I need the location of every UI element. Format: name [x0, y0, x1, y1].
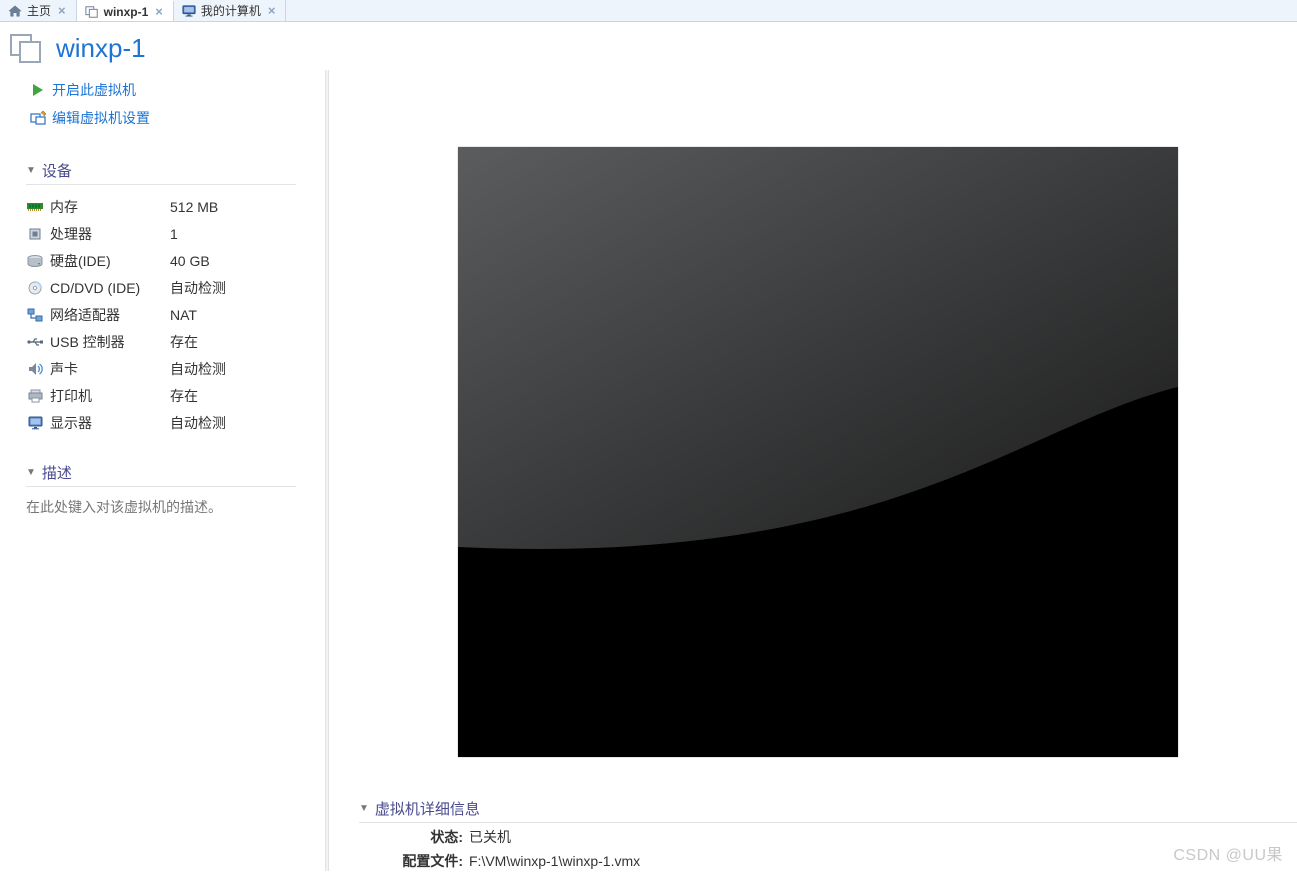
- close-icon[interactable]: ×: [266, 3, 278, 18]
- details-key: 状态:: [389, 827, 463, 847]
- section-label: 设备: [42, 160, 72, 181]
- tab-label: winxp-1: [104, 5, 149, 19]
- section-label: 描述: [42, 462, 72, 483]
- vm-details-box: ▼ 虚拟机详细信息 状态: 已关机 配置文件: F:\VM\winxp-1\wi…: [359, 798, 1297, 871]
- memory-icon: [26, 199, 44, 215]
- play-icon: [30, 82, 46, 98]
- tab-label: 主页: [27, 2, 51, 19]
- action-label: 开启此虚拟机: [52, 80, 136, 100]
- settings-icon: [30, 110, 46, 126]
- device-value: 存在: [170, 386, 198, 406]
- cpu-icon: [26, 226, 44, 242]
- close-icon[interactable]: ×: [153, 4, 165, 19]
- device-value: 40 GB: [170, 253, 210, 269]
- device-value: 512 MB: [170, 199, 218, 215]
- device-list: 内存 512 MB 处理器 1 硬盘(IDE) 40 GB CD/DVD (ID…: [26, 193, 296, 436]
- device-value: 自动检测: [170, 359, 226, 379]
- home-icon: [8, 4, 22, 18]
- collapse-icon: ▼: [26, 165, 36, 176]
- vm-icon: [85, 5, 99, 19]
- action-label: 编辑虚拟机设置: [52, 108, 150, 128]
- device-row-sound[interactable]: 声卡 自动检测: [26, 355, 296, 382]
- display-icon: [26, 415, 44, 431]
- device-value: 存在: [170, 332, 198, 352]
- tabs-bar: 主页 × winxp-1 × 我的计算机 ×: [0, 0, 1297, 22]
- device-name: 处理器: [50, 224, 170, 244]
- collapse-icon: ▼: [359, 803, 369, 814]
- device-name: 网络适配器: [50, 305, 170, 325]
- device-row-cd-dvd[interactable]: CD/DVD (IDE) 自动检测: [26, 274, 296, 301]
- network-icon: [26, 307, 44, 323]
- details-row-state: 状态: 已关机: [359, 827, 1297, 847]
- sound-icon: [26, 361, 44, 377]
- device-value: NAT: [170, 307, 197, 323]
- description-placeholder[interactable]: 在此处键入对该虚拟机的描述。: [26, 497, 276, 517]
- device-row-usb[interactable]: USB 控制器 存在: [26, 328, 296, 355]
- device-name: 打印机: [50, 386, 170, 406]
- device-row-printer[interactable]: 打印机 存在: [26, 382, 296, 409]
- device-name: 显示器: [50, 413, 170, 433]
- details-key: 配置文件:: [389, 851, 463, 871]
- device-row-network[interactable]: 网络适配器 NAT: [26, 301, 296, 328]
- device-name: 声卡: [50, 359, 170, 379]
- power-on-vm-link[interactable]: 开启此虚拟机: [26, 78, 325, 106]
- device-value: 1: [170, 226, 178, 242]
- device-name: CD/DVD (IDE): [50, 280, 170, 296]
- cd-icon: [26, 280, 44, 296]
- device-row-memory[interactable]: 内存 512 MB: [26, 193, 296, 220]
- section-label: 虚拟机详细信息: [375, 798, 480, 819]
- tab-home[interactable]: 主页 ×: [0, 0, 77, 21]
- usb-icon: [26, 334, 44, 350]
- right-panel: ▼ 虚拟机详细信息 状态: 已关机 配置文件: F:\VM\winxp-1\wi…: [329, 70, 1297, 871]
- device-name: 硬盘(IDE): [50, 251, 170, 271]
- printer-icon: [26, 388, 44, 404]
- vm-details-header[interactable]: ▼ 虚拟机详细信息: [359, 798, 1297, 823]
- device-row-cpu[interactable]: 处理器 1: [26, 220, 296, 247]
- vm-console-preview[interactable]: [458, 147, 1178, 757]
- vm-title: winxp-1: [56, 33, 146, 64]
- vm-icon: [8, 30, 44, 66]
- tab-vm-winxp-1[interactable]: winxp-1 ×: [77, 0, 174, 21]
- close-icon[interactable]: ×: [56, 3, 68, 18]
- description-section-header[interactable]: ▼ 描述: [26, 462, 296, 487]
- vm-title-row: winxp-1: [0, 22, 1297, 70]
- device-value: 自动检测: [170, 278, 226, 298]
- edit-vm-settings-link[interactable]: 编辑虚拟机设置: [26, 106, 325, 134]
- device-name: 内存: [50, 197, 170, 217]
- tab-label: 我的计算机: [201, 2, 261, 19]
- details-value: 已关机: [469, 827, 511, 847]
- left-panel: 开启此虚拟机 编辑虚拟机设置 ▼ 设备 内存 512 MB 处理器 1: [0, 70, 325, 871]
- devices-section-header[interactable]: ▼ 设备: [26, 160, 296, 185]
- tab-my-computer[interactable]: 我的计算机 ×: [174, 0, 287, 21]
- collapse-icon: ▼: [26, 467, 36, 478]
- monitor-icon: [182, 4, 196, 18]
- details-row-config: 配置文件: F:\VM\winxp-1\winxp-1.vmx: [359, 851, 1297, 871]
- device-row-disk[interactable]: 硬盘(IDE) 40 GB: [26, 247, 296, 274]
- device-value: 自动检测: [170, 413, 226, 433]
- device-row-display[interactable]: 显示器 自动检测: [26, 409, 296, 436]
- device-name: USB 控制器: [50, 332, 170, 352]
- details-value: F:\VM\winxp-1\winxp-1.vmx: [469, 853, 640, 869]
- disk-icon: [26, 253, 44, 269]
- vm-preview-wrap: [339, 120, 1297, 783]
